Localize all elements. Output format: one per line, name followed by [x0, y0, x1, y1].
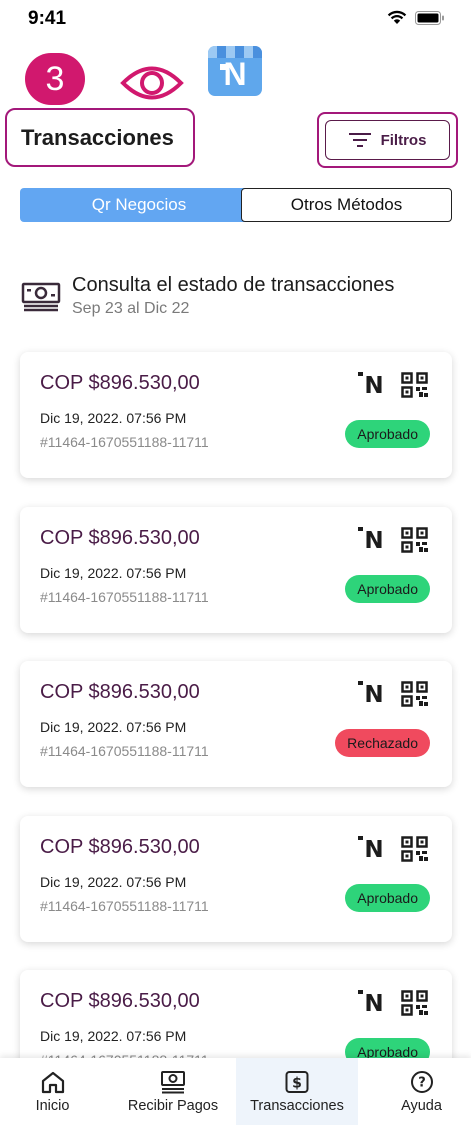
status-badge: Rechazado	[335, 729, 430, 757]
nav-item-ayuda[interactable]: ? Ayuda	[372, 1058, 471, 1125]
nav-label-inicio: Inicio	[35, 1097, 70, 1114]
wifi-icon	[387, 10, 407, 24]
transaction-card[interactable]: COP $896.530,00 Dic 19, 2022. 07:56 PM #11…	[20, 352, 452, 478]
svg-text:N: N	[364, 837, 383, 858]
step-number-badge: 3	[25, 53, 85, 105]
battery-icon	[415, 10, 444, 25]
qr-code-icon	[401, 836, 429, 867]
nequi-n-icon: N	[358, 372, 386, 399]
svg-text:N: N	[364, 682, 383, 703]
status-time: 9:41	[28, 8, 67, 29]
transaction-reference: #11464-1670551188-11711	[40, 589, 209, 605]
nequi-n-icon: N	[358, 990, 386, 1017]
dollar-icon: $	[285, 1070, 309, 1093]
nav-item-transacciones[interactable]: $ Transacciones	[236, 1058, 358, 1125]
filter-button[interactable]: Filtros	[325, 120, 450, 160]
transaction-date: Dic 19, 2022. 07:56 PM	[40, 719, 187, 735]
transaction-reference: #11464-1670551188-11711	[40, 743, 209, 759]
page-title: Transacciones	[21, 124, 174, 150]
app-logo: N	[208, 46, 262, 96]
eye-icon	[120, 66, 184, 100]
transaction-date: Dic 19, 2022. 07:56 PM	[40, 874, 187, 890]
filter-label: Filtros	[380, 131, 427, 149]
status-icons	[387, 10, 445, 25]
svg-text:N: N	[364, 373, 383, 394]
qr-code-icon	[401, 527, 429, 558]
nav-label-recibir-pagos: Recibir Pagos	[127, 1097, 219, 1114]
nav-item-recibir-pagos[interactable]: Recibir Pagos	[113, 1058, 233, 1125]
tab-qr-negocios[interactable]: Qr Negocios	[20, 188, 258, 222]
logo-letter: N	[223, 56, 247, 92]
transaction-amount: COP $896.530,00	[40, 990, 200, 1012]
qr-code-icon	[401, 681, 429, 712]
section-title: Consulta el estado de transacciones	[72, 274, 395, 296]
qr-code-icon	[401, 372, 429, 403]
nav-label-transacciones: Transacciones	[250, 1097, 344, 1114]
money-icon	[161, 1070, 185, 1093]
nav-item-inicio[interactable]: Inicio	[0, 1058, 105, 1125]
transaction-card[interactable]: COP $896.530,00 Dic 19, 2022. 07:56 PM #11…	[20, 507, 452, 633]
nav-label-ayuda: Ayuda	[401, 1097, 442, 1114]
status-badge: Aprobado	[345, 420, 430, 448]
transaction-amount: COP $896.530,00	[40, 527, 200, 549]
transaction-date: Dic 19, 2022. 07:56 PM	[40, 1028, 187, 1044]
transaction-amount: COP $896.530,00	[40, 372, 200, 394]
svg-text:N: N	[364, 528, 383, 549]
title-highlight: Transacciones	[5, 108, 195, 167]
nequi-n-icon: N	[358, 527, 386, 554]
transaction-reference: #11464-1670551188-11711	[40, 898, 209, 914]
bottom-nav: Inicio Recibir Pagos $ Transacciones ? A…	[0, 1058, 471, 1125]
status-bar: 9:41	[0, 0, 471, 40]
transaction-date: Dic 19, 2022. 07:56 PM	[40, 410, 187, 426]
qr-code-icon	[401, 990, 429, 1021]
money-icon	[21, 282, 61, 312]
date-range: Sep 23 al Dic 22	[72, 300, 190, 317]
help-icon: ?	[410, 1070, 433, 1093]
svg-text:N: N	[364, 991, 383, 1012]
transaction-card[interactable]: COP $896.530,00 Dic 19, 2022. 07:56 PM #11…	[20, 661, 452, 787]
svg-text:?: ?	[418, 1075, 426, 1090]
nequi-n-icon: N	[358, 681, 386, 708]
transaction-amount: COP $896.530,00	[40, 836, 200, 858]
status-badge: Aprobado	[345, 575, 430, 603]
home-icon	[41, 1071, 64, 1093]
transaction-amount: COP $896.530,00	[40, 681, 200, 703]
filter-icon	[348, 133, 371, 147]
tab-otros-metodos[interactable]: Otros Métodos	[241, 188, 452, 222]
step-number: 3	[45, 59, 65, 98]
svg-text:$: $	[292, 1075, 302, 1091]
nequi-n-icon: N	[358, 836, 386, 863]
status-badge: Aprobado	[345, 884, 430, 912]
transaction-date: Dic 19, 2022. 07:56 PM	[40, 565, 187, 581]
transaction-reference: #11464-1670551188-11711	[40, 434, 209, 450]
transaction-card[interactable]: COP $896.530,00 Dic 19, 2022. 07:56 PM #11…	[20, 816, 452, 942]
